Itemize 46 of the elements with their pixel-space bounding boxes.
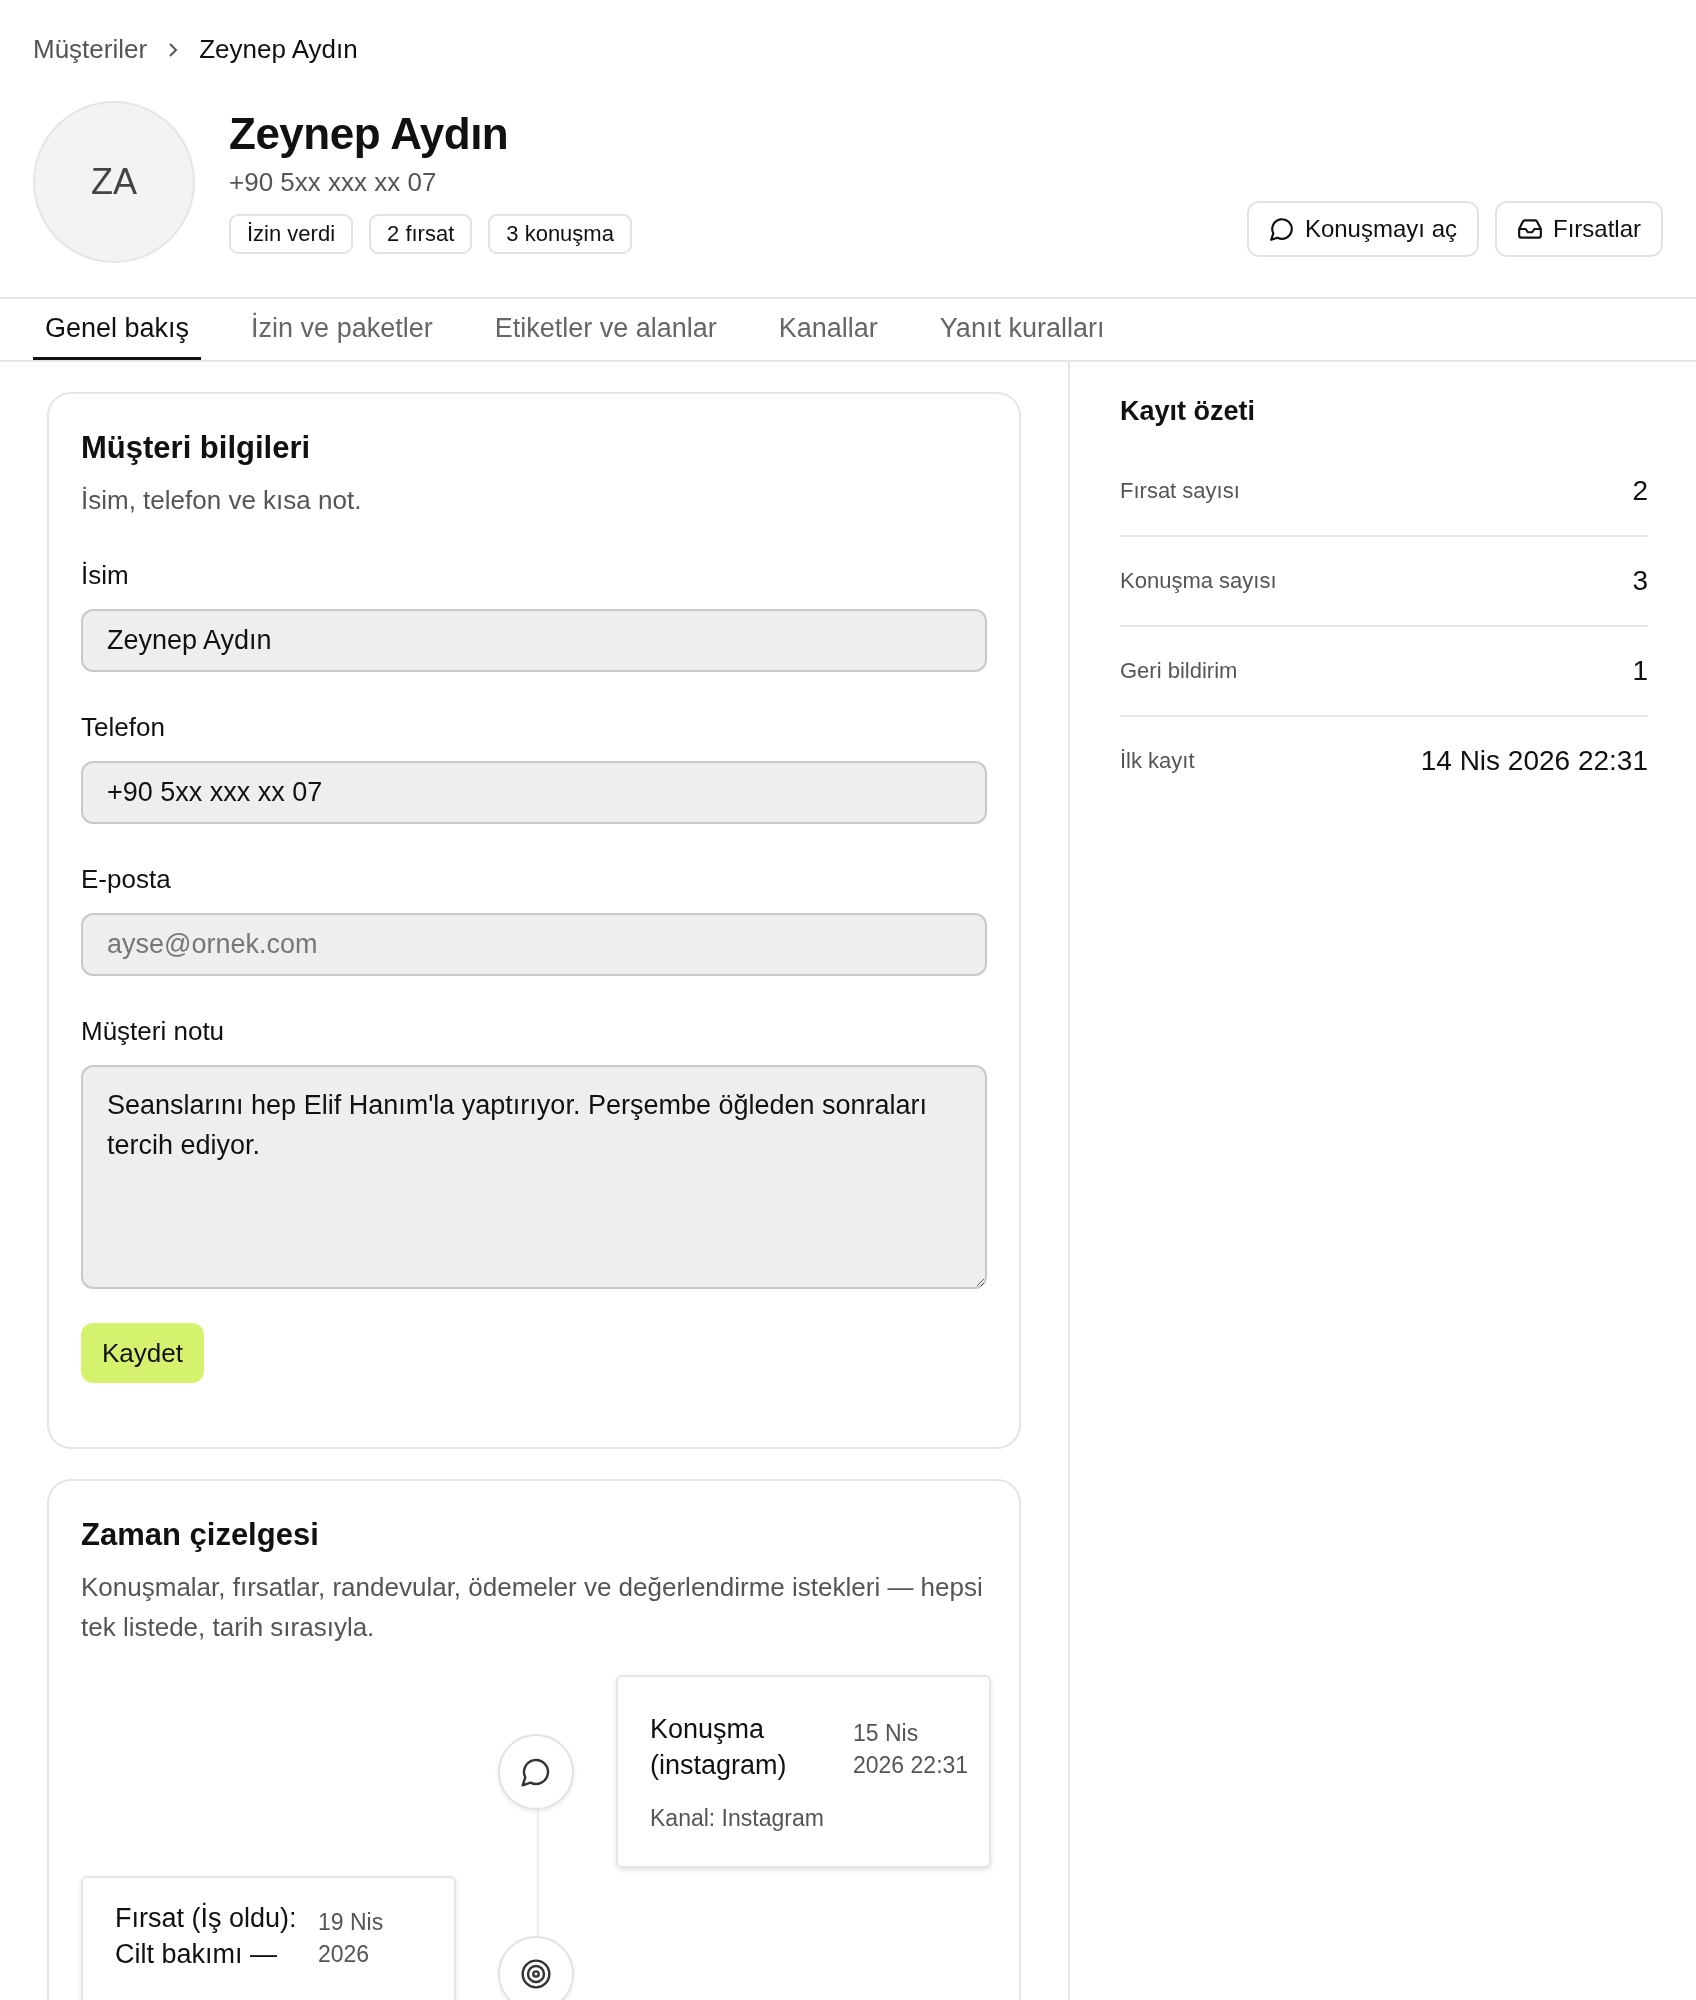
customer-phone: +90 5xx xxx xx 07 bbox=[229, 167, 438, 198]
summary-value: 14 Nis 2026 22:31 bbox=[1420, 745, 1648, 777]
status-chip: İzin verdi bbox=[229, 214, 354, 254]
summary-value: 2 bbox=[1632, 475, 1648, 507]
tab[interactable]: Yanıt kuralları bbox=[927, 299, 1117, 360]
status-chip: 3 konuşma bbox=[488, 214, 632, 254]
note-field[interactable]: Seanslarını hep Elif Hanım'la yaptırıyor. Perşembe öğleden sonraları tercih ediyor. bbox=[81, 1065, 987, 1289]
card-title: Müşteri bilgileri bbox=[81, 430, 312, 466]
breadcrumb-current: Zeynep Aydın bbox=[199, 34, 358, 65]
event-detail: Kanal: Instagram bbox=[650, 1805, 825, 1832]
status-chip: 2 fırsat bbox=[369, 214, 473, 254]
input-field[interactable]: Zeynep Aydın bbox=[81, 609, 987, 672]
event-date: 19 Nis 2026 bbox=[318, 1908, 385, 1969]
action-button[interactable]: Fırsatlar bbox=[1495, 201, 1663, 257]
input-field[interactable]: ayse@ornek.com bbox=[81, 913, 987, 976]
breadcrumb-link[interactable]: Müşteriler bbox=[33, 34, 148, 65]
tab[interactable]: Genel bakış bbox=[33, 299, 202, 360]
input-field[interactable]: +90 5xx xxx xx 07 bbox=[81, 761, 987, 824]
summary-title: Kayıt özeti bbox=[1120, 396, 1257, 427]
field-label: İsim bbox=[81, 560, 130, 591]
avatar: ZA bbox=[33, 101, 195, 263]
event-title: Fırsat (İş oldu): Cilt bakımı — bbox=[115, 1901, 298, 1971]
tab[interactable]: Etiketler ve alanlar bbox=[482, 299, 729, 360]
summary-label: İlk kayıt bbox=[1120, 748, 1195, 774]
tab[interactable]: İzin ve paketler bbox=[239, 299, 445, 360]
chat-bubble-icon bbox=[1268, 216, 1295, 242]
summary-label: Fırsat sayısı bbox=[1120, 478, 1240, 504]
card-subtitle: İsim, telefon ve kısa not. bbox=[81, 484, 363, 517]
field-label: E-posta bbox=[81, 864, 172, 895]
field-label: Müşteri notu bbox=[81, 1016, 226, 1047]
inbox-icon bbox=[1517, 216, 1543, 242]
summary-value: 3 bbox=[1632, 565, 1648, 597]
tab[interactable]: Kanallar bbox=[766, 299, 890, 360]
target-icon bbox=[520, 1958, 552, 1990]
summary-value: 1 bbox=[1632, 655, 1648, 687]
chevron-right-icon bbox=[167, 41, 180, 58]
event-date: 15 Nis 2026 22:31 bbox=[853, 1719, 969, 1780]
card-title: Zaman çizelgesi bbox=[81, 1517, 320, 1553]
field-label: Telefon bbox=[81, 712, 166, 743]
summary-label: Geri bildirim bbox=[1120, 658, 1238, 684]
customer-name: Zeynep Aydın bbox=[229, 109, 510, 159]
event-title: Konuşma (instagram) bbox=[650, 1713, 788, 1782]
summary-label: Konuşma sayısı bbox=[1120, 568, 1277, 594]
action-button[interactable]: Konuşmayı aç bbox=[1246, 201, 1479, 257]
card-subtitle: Konuşmalar, fırsatlar, randevular, ödemeler ve değerlendirme istekleri — hepsi tek listede, tarih sırasıyla. bbox=[81, 1571, 984, 1644]
save-button[interactable]: Kaydet bbox=[81, 1323, 204, 1383]
